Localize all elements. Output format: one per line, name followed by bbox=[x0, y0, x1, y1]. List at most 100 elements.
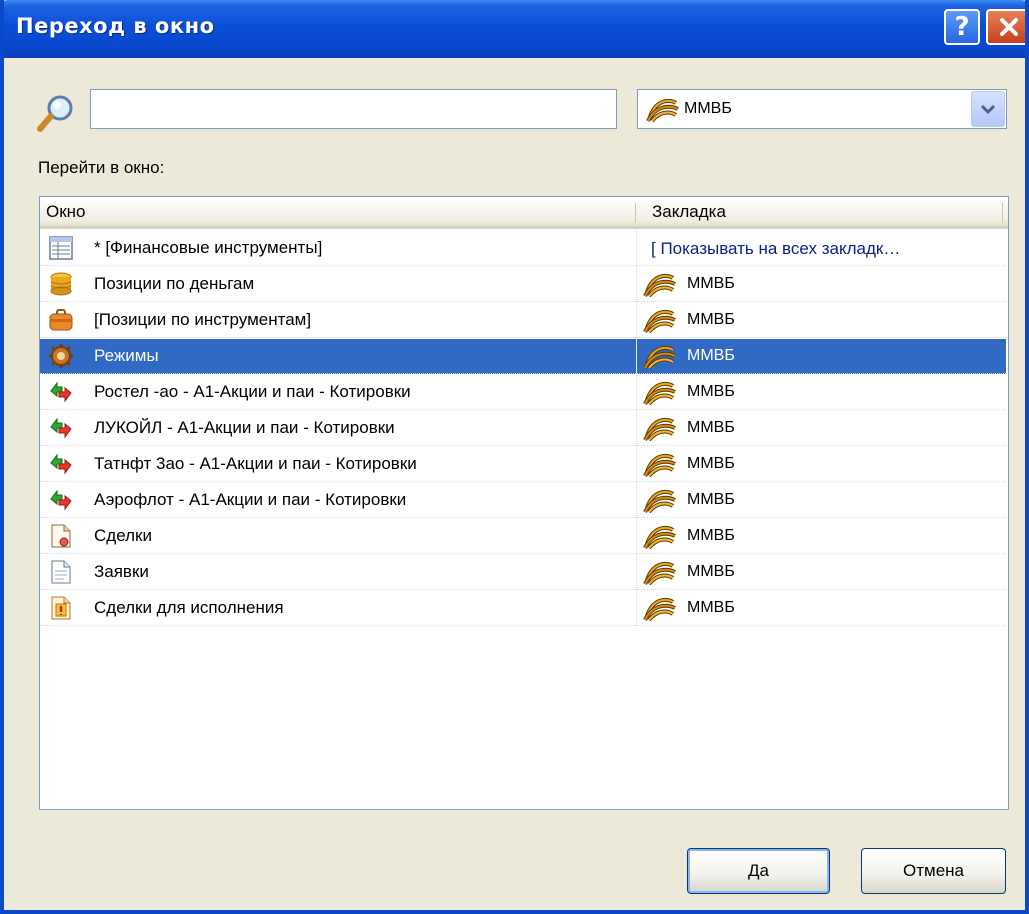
tab-cell[interactable]: ММВБ bbox=[637, 519, 1006, 554]
window-cell[interactable]: Сделки bbox=[40, 519, 636, 554]
tab-name: ММВБ bbox=[687, 311, 735, 328]
tab-name: ММВБ bbox=[687, 563, 735, 580]
question-icon: ? bbox=[954, 12, 970, 42]
tab-cell[interactable]: ММВБ bbox=[637, 267, 1006, 302]
tab-cell[interactable]: ММВБ bbox=[637, 303, 1006, 338]
window-cell[interactable]: ЛУКОЙЛ - А1-Акции и паи - Котировки bbox=[40, 411, 636, 446]
window-cell[interactable]: Режимы bbox=[40, 339, 636, 374]
window-list[interactable]: Окно Закладка * [Финансовые инструменты]… bbox=[39, 196, 1009, 810]
micex-icon bbox=[643, 488, 677, 514]
window-cell[interactable]: Татнфт 3ао - А1-Акции и паи - Котировки bbox=[40, 447, 636, 482]
column-divider[interactable] bbox=[1002, 203, 1003, 223]
window-name: Сделки для исполнения bbox=[94, 598, 284, 617]
tab-name: ММВБ bbox=[687, 275, 735, 292]
quotes-arrows-icon bbox=[48, 415, 74, 441]
search-icon bbox=[37, 95, 73, 132]
column-header-tab[interactable]: Закладка bbox=[652, 197, 726, 226]
tab-name: ММВБ bbox=[687, 419, 735, 436]
window-cell[interactable]: Позиции по деньгам bbox=[40, 267, 636, 302]
tab-cell[interactable]: ММВБ bbox=[637, 411, 1006, 446]
window-cell[interactable]: Аэрофлот - А1-Акции и паи - Котировки bbox=[40, 483, 636, 518]
window-name: Аэрофлот - А1-Акции и паи - Котировки bbox=[94, 490, 407, 509]
window-name: ЛУКОЙЛ - А1-Акции и паи - Котировки bbox=[94, 418, 395, 437]
window-name: Позиции по деньгам bbox=[94, 274, 255, 293]
tab-cell[interactable]: ММВБ bbox=[637, 555, 1006, 590]
quotes-arrows-icon bbox=[48, 451, 74, 477]
list-header: Окно Закладка bbox=[40, 197, 1008, 229]
window-name: Заявки bbox=[94, 562, 149, 581]
close-button[interactable] bbox=[986, 9, 1025, 45]
tab-cell[interactable]: ММВБ bbox=[637, 339, 1006, 374]
micex-icon bbox=[646, 98, 679, 123]
list-label: Перейти в окно: bbox=[38, 158, 165, 177]
help-button[interactable]: ? bbox=[944, 9, 980, 45]
gear-icon bbox=[48, 343, 74, 369]
coins-icon bbox=[48, 271, 74, 297]
window-cell[interactable]: Заявки bbox=[40, 555, 636, 590]
tab-cell[interactable]: ММВБ bbox=[637, 447, 1006, 482]
window-cell[interactable]: Сделки для исполнения bbox=[40, 591, 636, 626]
list-item[interactable]: Сделки ММВБ bbox=[40, 519, 1008, 555]
window-title: Переход в окно bbox=[16, 14, 215, 38]
cancel-button[interactable]: Отмена bbox=[861, 848, 1006, 894]
list-item[interactable]: Заявки ММВБ bbox=[40, 555, 1008, 591]
micex-icon bbox=[643, 272, 677, 298]
window-name: [Позиции по инструментам] bbox=[94, 310, 312, 329]
tab-cell[interactable]: ММВБ bbox=[637, 375, 1006, 410]
chevron-down-icon bbox=[980, 104, 996, 115]
tab-selector-value: ММВБ bbox=[684, 100, 732, 117]
search-input[interactable] bbox=[90, 89, 617, 129]
tab-name: ММВБ bbox=[687, 347, 735, 364]
list-item[interactable]: * [Финансовые инструменты] [ Показывать н… bbox=[40, 231, 1008, 267]
dropdown-button[interactable] bbox=[971, 91, 1005, 127]
list-item[interactable]: Сделки для исполнения ММВБ bbox=[40, 591, 1008, 627]
micex-icon bbox=[643, 452, 677, 478]
tab-cell[interactable]: ММВБ bbox=[637, 591, 1006, 626]
window-name: Татнфт 3ао - А1-Акции и паи - Котировки bbox=[94, 454, 417, 473]
alert-document-icon bbox=[48, 595, 74, 621]
quotes-arrows-icon bbox=[48, 487, 74, 513]
quotes-arrows-icon bbox=[48, 379, 74, 405]
tab-name: ММВБ bbox=[687, 383, 735, 400]
window-cell[interactable]: Ростел -ао - А1-Акции и паи - Котировки bbox=[40, 375, 636, 410]
micex-icon bbox=[643, 560, 677, 586]
tab-cell[interactable]: [ Показывать на всех закладк… bbox=[637, 231, 1006, 266]
micex-icon bbox=[643, 308, 677, 334]
window-name: * [Финансовые инструменты] bbox=[94, 238, 323, 257]
tab-name: ММВБ bbox=[687, 527, 735, 544]
list-item[interactable]: [Позиции по инструментам] ММВБ bbox=[40, 303, 1008, 339]
window-cell[interactable]: [Позиции по инструментам] bbox=[40, 303, 636, 338]
tab-cell[interactable]: ММВБ bbox=[637, 483, 1006, 518]
column-divider[interactable] bbox=[635, 203, 636, 223]
tab-name: ММВБ bbox=[687, 491, 735, 508]
list-item[interactable]: Позиции по деньгам ММВБ bbox=[40, 267, 1008, 303]
close-icon bbox=[999, 18, 1018, 36]
micex-icon bbox=[643, 344, 677, 370]
table-icon bbox=[48, 235, 74, 261]
list-rows: * [Финансовые инструменты] [ Показывать н… bbox=[40, 231, 1008, 627]
tab-selector[interactable]: ММВБ bbox=[637, 89, 1007, 129]
column-header-window[interactable]: Окно bbox=[46, 197, 86, 226]
tab-name: [ Показывать на всех закладк… bbox=[651, 239, 901, 258]
dialog-window: Переход в окно ? ММВБ Перейти в окно: Ок… bbox=[0, 0, 1029, 914]
list-item[interactable]: Режимы ММВБ bbox=[40, 339, 1008, 375]
micex-icon bbox=[643, 596, 677, 622]
deals-document-icon bbox=[48, 523, 74, 549]
list-item[interactable]: ЛУКОЙЛ - А1-Акции и паи - Котировки ММВБ bbox=[40, 411, 1008, 447]
list-item[interactable]: Татнфт 3ао - А1-Акции и паи - Котировки М… bbox=[40, 447, 1008, 483]
window-name: Режимы bbox=[94, 346, 159, 365]
micex-icon bbox=[643, 380, 677, 406]
micex-icon bbox=[643, 524, 677, 550]
list-item[interactable]: Ростел -ао - А1-Акции и паи - Котировки М… bbox=[40, 375, 1008, 411]
window-cell[interactable]: * [Финансовые инструменты] bbox=[40, 231, 636, 266]
window-name: Ростел -ао - А1-Акции и паи - Котировки bbox=[94, 382, 411, 401]
micex-icon bbox=[643, 416, 677, 442]
tab-name: ММВБ bbox=[687, 455, 735, 472]
list-item[interactable]: Аэрофлот - А1-Акции и паи - Котировки ММВ… bbox=[40, 483, 1008, 519]
briefcase-icon bbox=[48, 307, 74, 333]
tab-name: ММВБ bbox=[687, 599, 735, 616]
window-name: Сделки bbox=[94, 526, 152, 545]
document-icon bbox=[48, 559, 74, 585]
title-bar[interactable]: Переход в окно ? bbox=[4, 0, 1025, 58]
ok-button[interactable]: Да bbox=[687, 848, 830, 894]
